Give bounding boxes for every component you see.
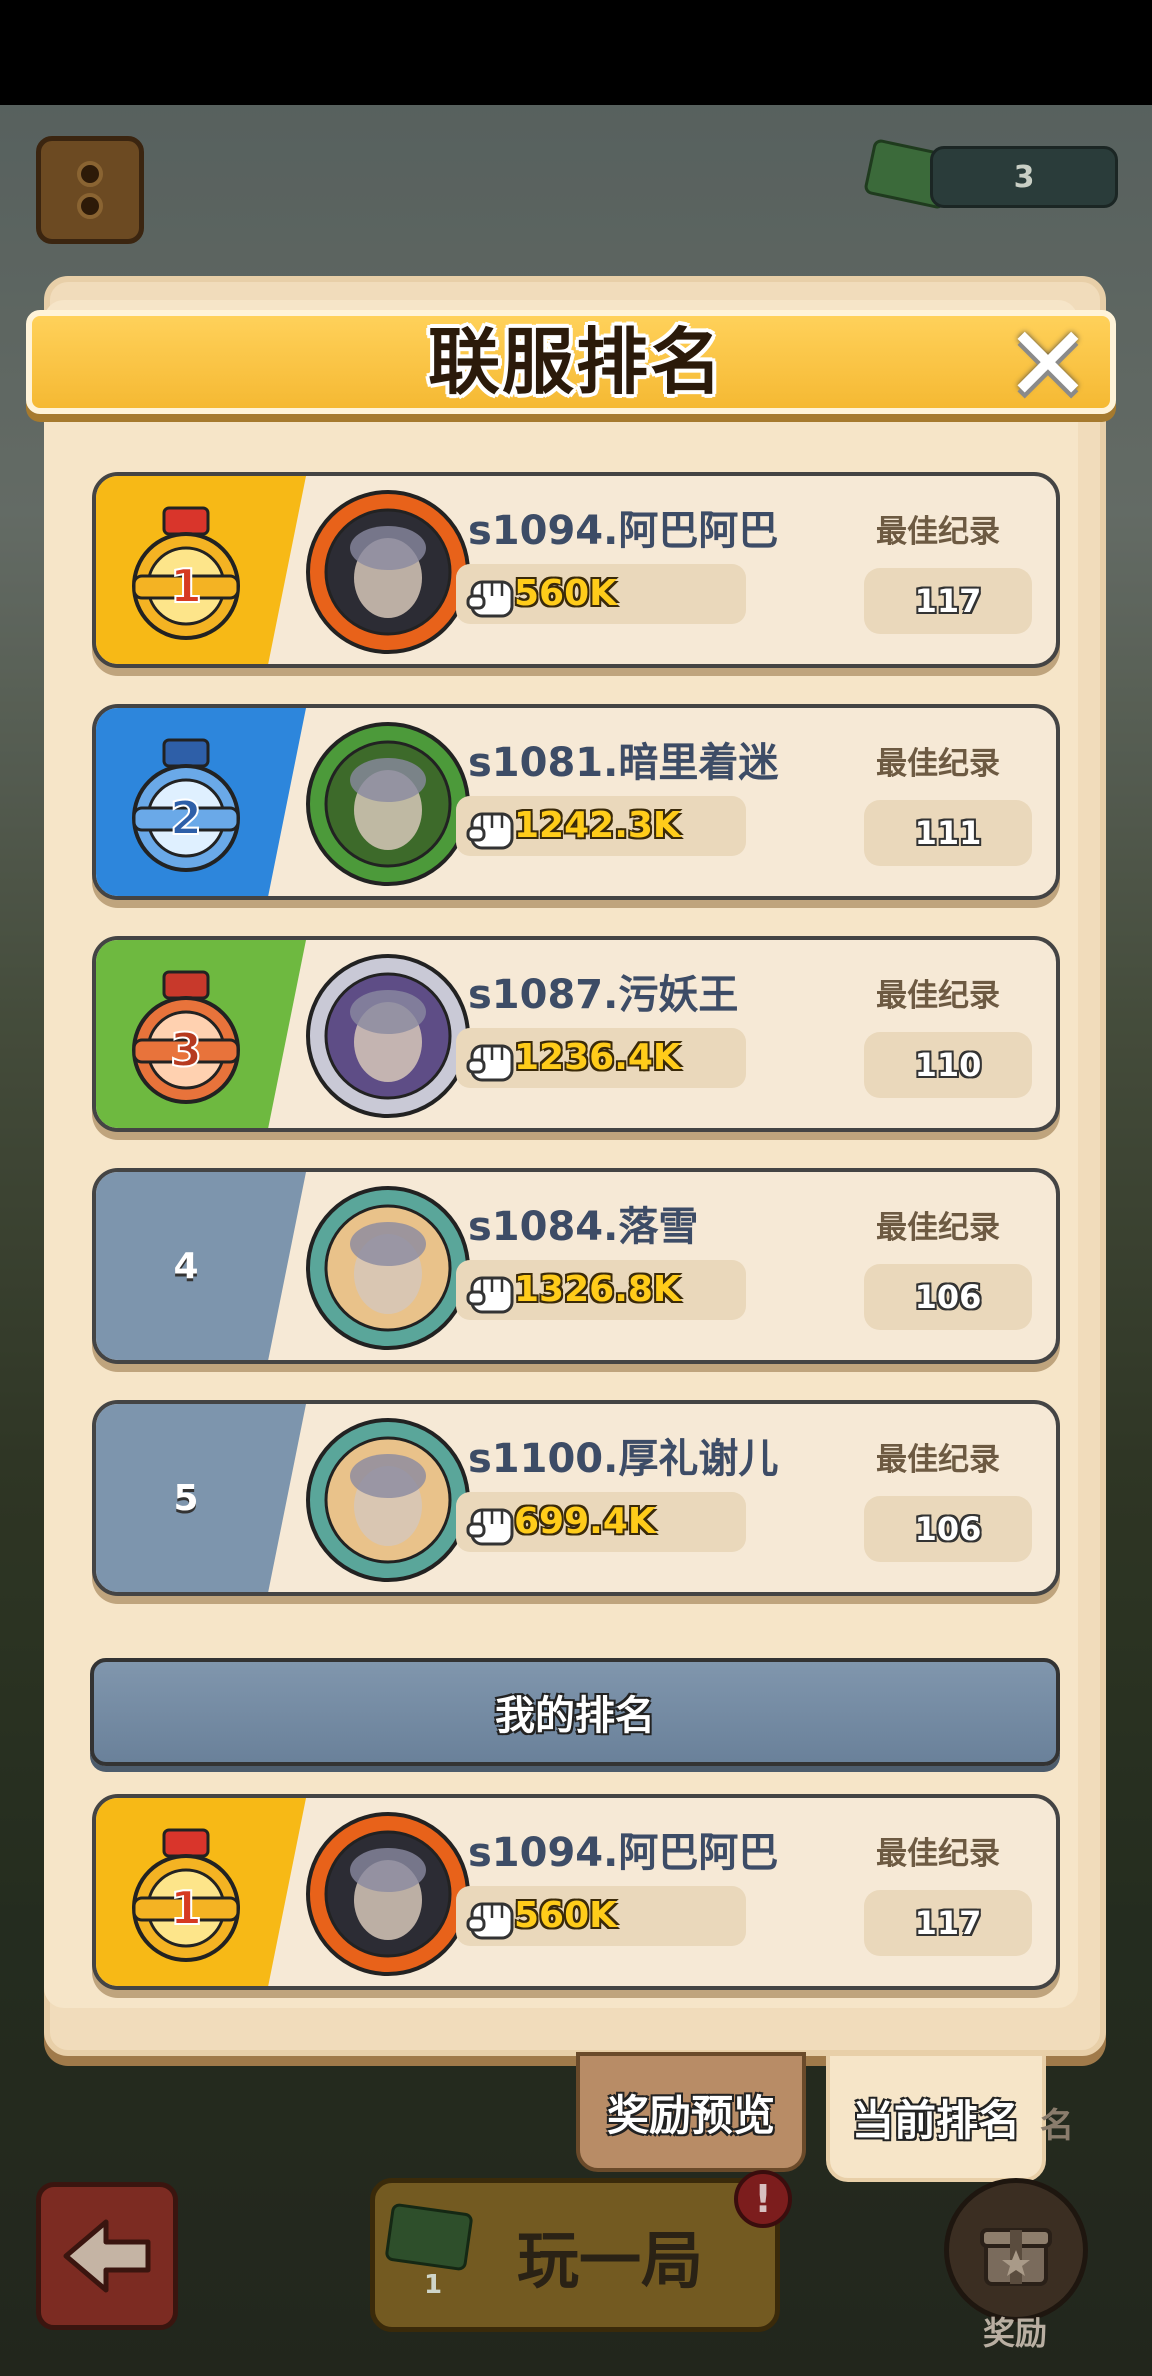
tab-reward-preview[interactable]: 奖励预览 xyxy=(576,2052,806,2172)
svg-text:2: 2 xyxy=(170,791,202,845)
best-record-label: 最佳纪录 xyxy=(876,514,1000,550)
power-value: 1236.4K xyxy=(514,1037,681,1078)
player-avatar xyxy=(306,954,470,1118)
rank-medal-icon: 1 xyxy=(132,506,240,640)
player-avatar xyxy=(306,1418,470,1582)
player-name: s1084.落雪 xyxy=(468,1204,699,1250)
reward-button-label: 奖励 xyxy=(982,2314,1047,2352)
rank-badge-area: 1 xyxy=(96,1798,306,1986)
alert-icon: ! xyxy=(754,2177,772,2221)
best-record-label: 最佳纪录 xyxy=(876,978,1000,1014)
play-game-label: 玩一局 xyxy=(516,2224,703,2297)
reward-button[interactable] xyxy=(944,2178,1088,2322)
tab-current-rank[interactable]: 当前排名 xyxy=(826,2052,1046,2182)
best-record-label: 最佳纪录 xyxy=(876,1442,1000,1478)
power-value: 560K xyxy=(514,1895,618,1936)
rank-medal-icon: 2 xyxy=(132,738,240,872)
close-button[interactable]: ✕ xyxy=(1000,312,1096,416)
my-rank-label: 我的排名 xyxy=(495,1693,655,1739)
rank-badge-area: 2 xyxy=(96,708,306,896)
alert-badge: ! xyxy=(734,2170,792,2228)
player-name: s1087.污妖王 xyxy=(468,972,739,1018)
player-name: s1100.厚礼谢儿 xyxy=(468,1436,779,1482)
best-record-value: 111 xyxy=(864,800,1032,866)
rank-medal-icon: 3 xyxy=(132,970,240,1104)
player-avatar xyxy=(306,1186,470,1350)
menu-button[interactable] xyxy=(36,136,144,244)
rank-badge-area: 1 xyxy=(96,476,306,664)
tab-current-rank-label: 当前排名 xyxy=(851,2095,1020,2145)
panel-title: 联服排名 xyxy=(427,320,724,404)
close-icon: ✕ xyxy=(1004,303,1092,425)
tab-reward-preview-label: 奖励预览 xyxy=(606,2090,775,2140)
fist-icon xyxy=(466,1044,514,1082)
best-record-value: 106 xyxy=(864,1496,1032,1562)
ranking-row[interactable]: 1 s1094.阿巴阿巴 560K 最佳纪录 117 xyxy=(92,472,1060,668)
best-record-value: 117 xyxy=(864,1890,1032,1956)
player-avatar xyxy=(306,1812,470,1976)
power-value: 1242.3K xyxy=(514,805,681,846)
my-rank-header: 我的排名 xyxy=(90,1658,1060,1766)
power-value: 560K xyxy=(514,573,618,614)
player-avatar xyxy=(306,490,470,654)
svg-text:1: 1 xyxy=(170,1881,202,1935)
svg-text:1: 1 xyxy=(170,559,202,613)
ranking-row[interactable]: 2 s1081.暗里着迷 1242.3K 最佳纪录 111 xyxy=(92,704,1060,900)
player-name: s1094.阿巴阿巴 xyxy=(468,1830,779,1876)
rank-badge-area: 5 xyxy=(96,1404,306,1592)
ranking-row[interactable]: 4 s1084.落雪 1326.8K 最佳纪录 106 xyxy=(92,1168,1060,1364)
power-value: 699.4K xyxy=(514,1501,656,1542)
player-avatar xyxy=(306,722,470,886)
left-arrow-icon xyxy=(63,2219,151,2293)
ranking-row[interactable]: 1 s1094.阿巴阿巴 560K 最佳纪录 117 xyxy=(92,1794,1060,1990)
ticket-count: 3 xyxy=(1013,159,1035,195)
rank-number: 5 xyxy=(173,1477,199,1519)
play-ticket-icon xyxy=(384,2202,474,2272)
menu-dot-icon xyxy=(77,161,103,187)
best-record-label: 最佳纪录 xyxy=(876,1210,1000,1246)
play-ticket-count: 1 xyxy=(423,2270,443,2300)
player-name: s1081.暗里着迷 xyxy=(468,740,779,786)
player-name: s1094.阿巴阿巴 xyxy=(468,508,779,554)
fist-icon xyxy=(466,1276,514,1314)
rank-medal-icon: 1 xyxy=(132,1828,240,1962)
best-record-value: 106 xyxy=(864,1264,1032,1330)
best-record-value: 117 xyxy=(864,568,1032,634)
ticket-counter[interactable]: 3 xyxy=(930,146,1118,208)
menu-dot-icon xyxy=(77,193,103,219)
best-record-label: 最佳纪录 xyxy=(876,746,1000,782)
rank-number: 4 xyxy=(173,1245,199,1287)
back-button[interactable] xyxy=(36,2182,178,2330)
ranking-row[interactable]: 5 s1100.厚礼谢儿 699.4K 最佳纪录 106 xyxy=(92,1400,1060,1596)
power-value: 1326.8K xyxy=(514,1269,681,1310)
fist-icon xyxy=(466,1508,514,1546)
background-tab-label: 名 xyxy=(1040,2106,1074,2146)
fist-icon xyxy=(466,812,514,850)
fist-icon xyxy=(466,1902,514,1940)
fist-icon xyxy=(466,580,514,618)
rank-badge-area: 3 xyxy=(96,940,306,1128)
rank-badge-area: 4 xyxy=(96,1172,306,1360)
svg-text:3: 3 xyxy=(170,1023,202,1077)
ranking-row[interactable]: 3 s1087.污妖王 1236.4K 最佳纪录 110 xyxy=(92,936,1060,1132)
best-record-label: 最佳纪录 xyxy=(876,1836,1000,1872)
best-record-value: 110 xyxy=(864,1032,1032,1098)
gift-box-icon xyxy=(980,2228,1052,2286)
